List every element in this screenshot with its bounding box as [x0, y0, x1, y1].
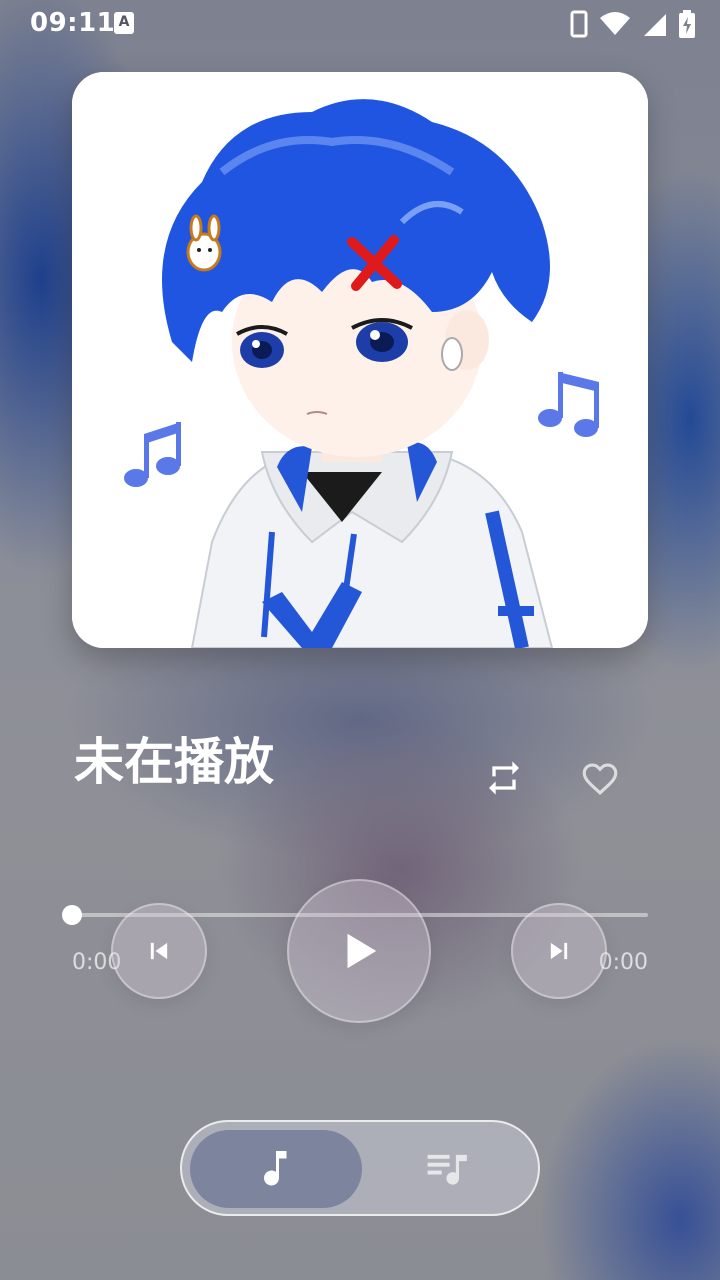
- skip-previous-icon: [150, 942, 168, 960]
- status-icons: [570, 10, 696, 38]
- bottom-tab-switch: [180, 1120, 540, 1216]
- status-time: 09:11: [30, 8, 116, 38]
- heart-icon: [582, 763, 618, 796]
- a-letter-icon: A: [114, 12, 134, 34]
- play-button[interactable]: [287, 879, 431, 1023]
- previous-button[interactable]: [111, 903, 207, 999]
- playlist-icon: [427, 1154, 467, 1185]
- song-title: 未在播放: [74, 733, 274, 791]
- tab-playlist[interactable]: [362, 1130, 534, 1208]
- skip-next-icon: [550, 942, 568, 960]
- signal-icon: [644, 14, 666, 36]
- tab-now-playing[interactable]: [190, 1130, 362, 1208]
- favorite-button[interactable]: [576, 754, 624, 802]
- music-note-icon: [264, 1151, 287, 1186]
- status-bar: 09:11 A: [0, 0, 720, 48]
- repeat-button[interactable]: [480, 754, 528, 802]
- wifi-icon: [600, 12, 630, 35]
- phone-icon: [570, 10, 588, 38]
- battery-charging-icon: [679, 10, 695, 38]
- play-icon: [347, 933, 377, 969]
- next-button[interactable]: [511, 903, 607, 999]
- progress-thumb[interactable]: [62, 905, 82, 925]
- album-art: [72, 72, 648, 648]
- repeat-icon: [489, 761, 519, 795]
- album-art-image: [72, 72, 648, 648]
